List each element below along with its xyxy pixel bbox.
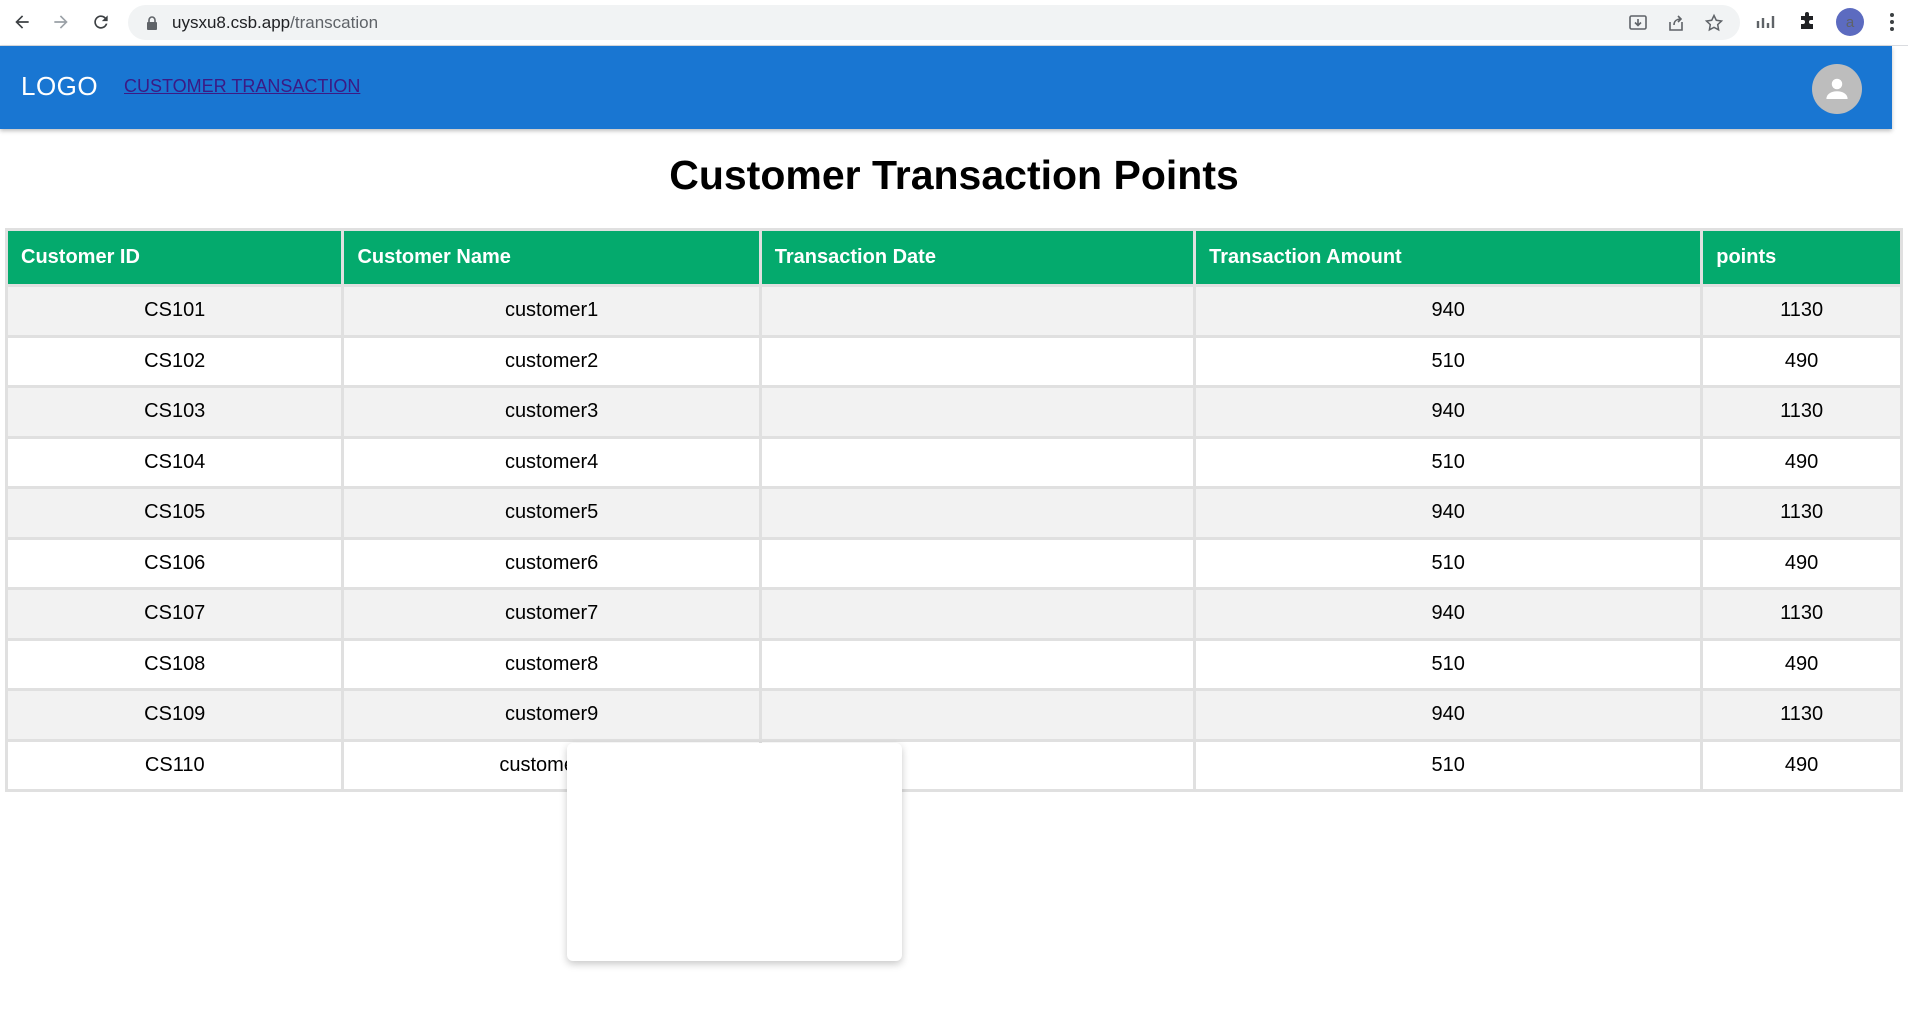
transaction-date-cell	[758, 587, 1197, 641]
column-header-points: points	[1700, 228, 1903, 287]
customer-name-cell: customer6	[341, 536, 762, 590]
transaction-date-cell	[758, 637, 1197, 691]
points-cell: 1130	[1700, 284, 1903, 338]
url-path: /transcation	[290, 12, 379, 32]
transaction-amount-cell: 940	[1193, 486, 1704, 540]
page-title: Customer Transaction Points	[669, 152, 1239, 198]
table-row: CS104 customer4 510 490	[4, 435, 1903, 489]
address-bar[interactable]: uysxu8.csb.app/transcation	[128, 5, 1740, 40]
logo: LOGO	[21, 71, 99, 101]
profile-avatar[interactable]: a	[1836, 8, 1864, 36]
customer-id-cell: CS101	[4, 284, 345, 338]
transaction-amount-cell: 510	[1193, 738, 1704, 792]
more-menu-icon[interactable]	[1878, 8, 1906, 36]
customer-name-cell: customer2	[341, 334, 762, 388]
back-arrow-icon[interactable]	[7, 7, 37, 37]
customer-id-cell: CS107	[4, 587, 345, 641]
customer-id-cell: CS106	[4, 536, 345, 590]
customer-id-cell: CS104	[4, 435, 345, 489]
customer-name-cell: customer3	[341, 385, 762, 439]
performance-extension-icon[interactable]	[1752, 8, 1780, 36]
lock-icon[interactable]	[144, 15, 160, 31]
transaction-amount-cell: 510	[1193, 334, 1704, 388]
transaction-date-cell	[758, 486, 1197, 540]
url-text: uysxu8.csb.app/transcation	[172, 13, 378, 33]
transaction-amount-cell: 510	[1193, 435, 1704, 489]
customer-name-cell: customer9	[341, 688, 762, 742]
table-row: CS101 customer1 940 1130	[4, 284, 1903, 338]
customer-id-cell: CS110	[4, 738, 345, 792]
transaction-amount-cell: 940	[1193, 688, 1704, 742]
points-cell: 1130	[1700, 486, 1903, 540]
bookmark-star-icon[interactable]	[1702, 11, 1726, 35]
table-row: CS109 customer9 940 1130	[4, 688, 1903, 742]
table-row: CS103 customer3 940 1130	[4, 385, 1903, 439]
customer-id-cell: CS108	[4, 637, 345, 691]
customer-name-cell: customer7	[341, 587, 762, 641]
transaction-date-cell	[758, 536, 1197, 590]
customer-id-cell: CS102	[4, 334, 345, 388]
customer-id-cell: CS109	[4, 688, 345, 742]
customer-id-cell: CS105	[4, 486, 345, 540]
table-body: CS101 customer1 940 1130 CS102 customer2 510 49…	[4, 284, 1903, 792]
points-cell: 1130	[1700, 688, 1903, 742]
points-cell: 1130	[1700, 385, 1903, 439]
app-header: LOGO CUSTOMER TRANSACTION	[0, 46, 1892, 129]
transaction-amount-cell: 940	[1193, 284, 1704, 338]
transaction-amount-cell: 940	[1193, 385, 1704, 439]
points-cell: 490	[1700, 637, 1903, 691]
transaction-date-cell	[758, 435, 1197, 489]
customer-transaction-link[interactable]: CUSTOMER TRANSACTION	[124, 76, 360, 97]
customer-name-cell: customer5	[341, 486, 762, 540]
points-cell: 490	[1700, 334, 1903, 388]
transaction-amount-cell: 510	[1193, 637, 1704, 691]
person-icon	[1826, 78, 1848, 99]
column-header-transaction-amount: Transaction Amount	[1193, 228, 1704, 287]
points-cell: 490	[1700, 536, 1903, 590]
empty-popup-card	[567, 743, 902, 961]
table-row: CS102 customer2 510 490	[4, 334, 1903, 388]
column-header-customer-id: Customer ID	[4, 228, 345, 287]
points-cell: 490	[1700, 435, 1903, 489]
transaction-amount-cell: 940	[1193, 587, 1704, 641]
transaction-date-cell	[758, 385, 1197, 439]
profile-initial: a	[1836, 8, 1864, 36]
user-avatar[interactable]	[1812, 64, 1862, 114]
customer-name-cell: customer4	[341, 435, 762, 489]
customer-name-cell: customer8	[341, 637, 762, 691]
transaction-amount-cell: 510	[1193, 536, 1704, 590]
points-cell: 490	[1700, 738, 1903, 792]
column-header-customer-name: Customer Name	[341, 228, 762, 287]
browser-toolbar: uysxu8.csb.app/transcation a	[0, 0, 1908, 46]
table-row: CS106 customer6 510 490	[4, 536, 1903, 590]
table-header-row: Customer ID Customer Name Transaction Da…	[4, 228, 1903, 287]
table-row: CS105 customer5 940 1130	[4, 486, 1903, 540]
transaction-date-cell	[758, 688, 1197, 742]
points-cell: 1130	[1700, 587, 1903, 641]
share-icon[interactable]	[1664, 11, 1688, 35]
column-header-transaction-date: Transaction Date	[758, 228, 1197, 287]
customer-name-cell: customer1	[341, 284, 762, 338]
transaction-date-cell	[758, 334, 1197, 388]
table-row: CS107 customer7 940 1130	[4, 587, 1903, 641]
forward-arrow-icon[interactable]	[46, 7, 76, 37]
table-row: CS110 customer10 510 490	[4, 738, 1903, 792]
url-host: uysxu8.csb.app	[172, 12, 291, 32]
transactions-table: Customer ID Customer Name Transaction Da…	[4, 228, 1903, 792]
extensions-puzzle-icon[interactable]	[1794, 8, 1822, 36]
customer-id-cell: CS103	[4, 385, 345, 439]
table-row: CS108 customer8 510 490	[4, 637, 1903, 691]
install-app-icon[interactable]	[1626, 11, 1650, 35]
transaction-date-cell	[758, 284, 1197, 338]
reload-icon[interactable]	[86, 7, 116, 37]
